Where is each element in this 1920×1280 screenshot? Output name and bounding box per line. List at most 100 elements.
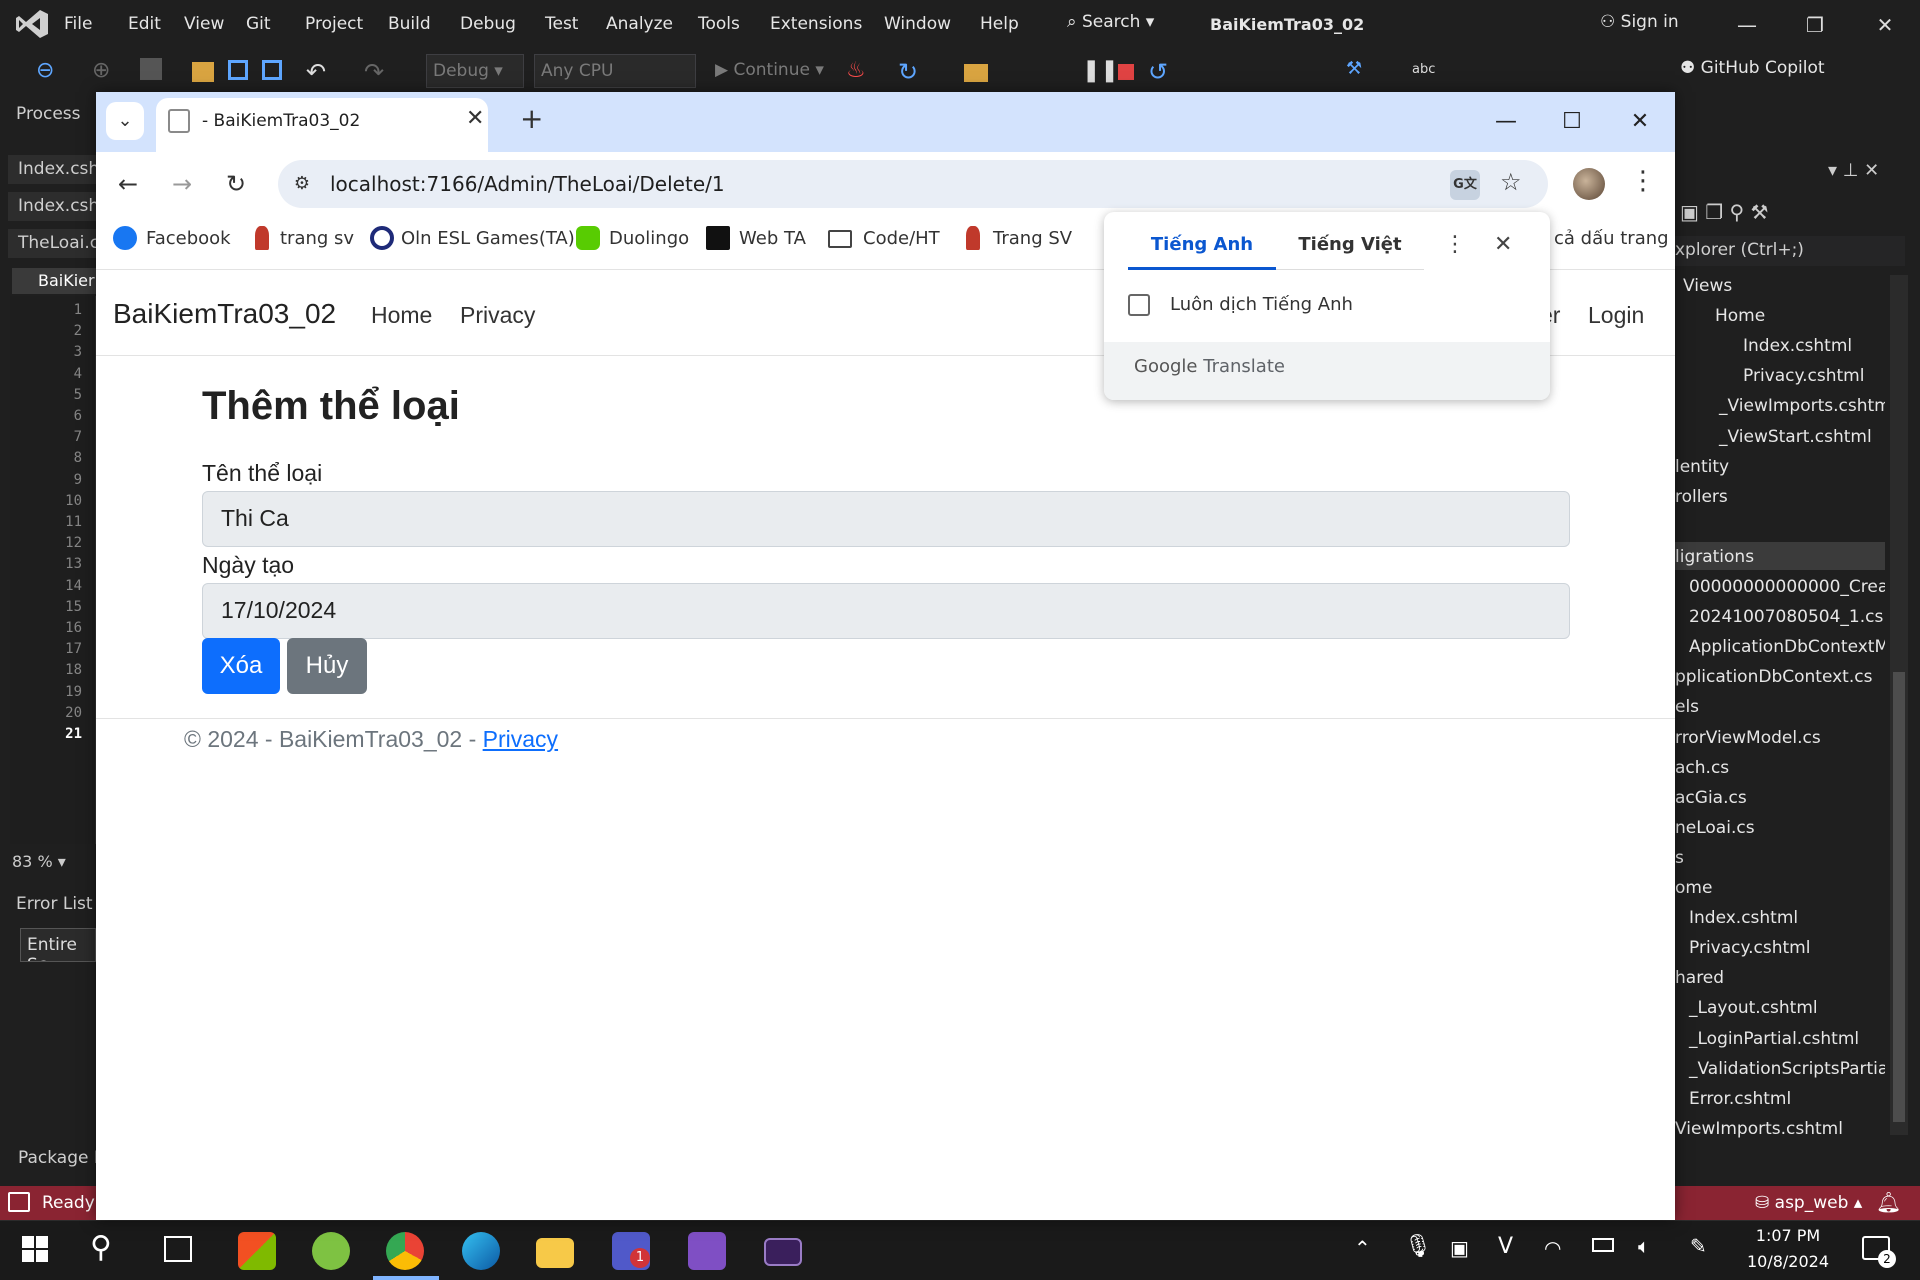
bookmark-star-icon[interactable]: ☆ bbox=[1500, 168, 1522, 196]
nav-home[interactable]: Home bbox=[371, 302, 432, 329]
error-scope-select[interactable]: Entire Sc bbox=[20, 928, 96, 962]
forward-arrow-icon[interactable]: → bbox=[164, 166, 200, 202]
doc-tab-index-2[interactable]: Index.csht bbox=[8, 192, 106, 222]
bookmark-code-ht[interactable]: Code/HT bbox=[863, 228, 940, 249]
bookmark-web-ta[interactable]: Web TA bbox=[739, 228, 806, 249]
explorer-item[interactable]: rrorViewModel.cs bbox=[1675, 728, 1885, 748]
explorer-item[interactable]: _ValidationScriptsPartial.c bbox=[1675, 1059, 1885, 1079]
taskbar-date[interactable]: 10/8/2024 bbox=[1742, 1252, 1834, 1271]
vs-menu-window[interactable]: Window bbox=[884, 14, 951, 34]
stop-icon[interactable] bbox=[1118, 64, 1134, 80]
pen-icon[interactable]: ✎ bbox=[1690, 1234, 1707, 1258]
battery-icon[interactable] bbox=[1592, 1238, 1614, 1252]
explorer-item[interactable]: els bbox=[1675, 697, 1885, 717]
url-text[interactable]: localhost:7166/Admin/TheLoai/Delete/1 bbox=[330, 172, 725, 196]
doc-tab-index-1[interactable]: Index.csht bbox=[8, 155, 106, 185]
cancel-button[interactable]: Hủy bbox=[287, 638, 367, 694]
solution-config-select[interactable]: Debug ▾ bbox=[426, 54, 524, 88]
vs-minimize-button[interactable]: — bbox=[1732, 10, 1762, 40]
translate-more-icon[interactable]: ⋮ bbox=[1444, 232, 1466, 257]
explorer-item[interactable]: Error.cshtml bbox=[1675, 1089, 1885, 1109]
explorer-item[interactable]: 00000000000000_Create bbox=[1675, 577, 1885, 597]
explorer-item[interactable]: _LoginPartial.cshtml bbox=[1675, 1029, 1885, 1049]
vs-menu-git[interactable]: Git bbox=[246, 14, 271, 34]
always-translate-label[interactable]: Luôn dịch Tiếng Anh bbox=[1170, 294, 1353, 315]
bookmark-trang-sv-2[interactable]: Trang SV bbox=[993, 228, 1072, 249]
chrome-maximize-button[interactable]: ☐ bbox=[1552, 104, 1592, 140]
created-date-field[interactable]: 17/10/2024 bbox=[202, 583, 1570, 639]
vs-menu-test[interactable]: Test bbox=[545, 14, 578, 34]
explorer-item[interactable]: neLoai.cs bbox=[1675, 818, 1885, 838]
back-circle-icon[interactable]: ⊖ bbox=[36, 58, 62, 84]
vs-sign-in-button[interactable]: ⚇ Sign in bbox=[1600, 12, 1679, 32]
back-arrow-icon[interactable]: ← bbox=[110, 166, 146, 202]
explorer-item[interactable]: acGia.cs bbox=[1675, 788, 1885, 808]
explorer-item[interactable]: _ViewStart.cshtml bbox=[1675, 427, 1885, 447]
site-brand[interactable]: BaiKiemTra03_02 bbox=[113, 298, 336, 330]
spell-check-icon[interactable]: abc bbox=[1412, 62, 1438, 88]
display-icon[interactable]: ▣ bbox=[1450, 1236, 1469, 1260]
vs-menu-tools[interactable]: Tools bbox=[698, 14, 740, 34]
chrome-menu-icon[interactable]: ⋮ bbox=[1630, 166, 1656, 196]
vs-search-button[interactable]: ⌕ Search ▾ bbox=[1067, 12, 1154, 32]
package-manager-tab[interactable]: Package M bbox=[18, 1148, 109, 1168]
explorer-item[interactable]: ome bbox=[1675, 878, 1885, 898]
bookmark-trang-sv[interactable]: trang sv bbox=[280, 228, 354, 249]
delete-button[interactable]: Xóa bbox=[202, 638, 280, 694]
undo-icon[interactable]: ↶ bbox=[306, 58, 332, 86]
taskbar-search-icon[interactable]: ⚲ bbox=[90, 1230, 112, 1265]
tab-search-chevron-icon[interactable]: ⌄ bbox=[106, 102, 144, 140]
explorer-item[interactable]: ach.cs bbox=[1675, 758, 1885, 778]
explorer-search-input[interactable]: xplorer (Ctrl+;) bbox=[1675, 236, 1905, 266]
translate-tab-english[interactable]: Tiếng Anh bbox=[1128, 234, 1276, 270]
vs-menu-extensions[interactable]: Extensions bbox=[770, 14, 862, 34]
vs-menu-edit[interactable]: Edit bbox=[128, 14, 161, 34]
microphone-icon[interactable]: 🎙︎ bbox=[1404, 1234, 1432, 1259]
explorer-item[interactable]: rollers bbox=[1675, 487, 1885, 507]
visual-studio-logo-icon[interactable] bbox=[14, 8, 50, 40]
category-name-field[interactable]: Thi Ca bbox=[202, 491, 1570, 547]
explorer-toolbar-icons[interactable]: ▣ ❐ ⚲ ⚒ bbox=[1680, 200, 1768, 224]
reload-icon[interactable]: ↻ bbox=[218, 166, 254, 202]
edge-icon[interactable] bbox=[462, 1232, 500, 1270]
editor-tab[interactable]: BaiKier bbox=[12, 268, 96, 294]
new-tab-plus-icon[interactable]: + bbox=[520, 102, 543, 135]
pin-icon[interactable]: ▾ ⊥ ✕ bbox=[1828, 160, 1879, 181]
tab-close-icon[interactable]: ✕ bbox=[466, 106, 484, 131]
explorer-item[interactable]: _ViewImports.cshtml bbox=[1675, 396, 1885, 416]
greenshot-icon[interactable] bbox=[312, 1232, 350, 1270]
task-view-icon[interactable] bbox=[164, 1236, 192, 1262]
vs-menu-file[interactable]: File bbox=[64, 14, 92, 34]
store-icon[interactable] bbox=[238, 1232, 276, 1270]
vs-close-button[interactable]: ✕ bbox=[1870, 10, 1900, 40]
explorer-item[interactable]: Privacy.cshtml bbox=[1675, 366, 1885, 386]
volume-icon[interactable]: 🔈︎ bbox=[1638, 1234, 1650, 1258]
visual-studio-taskbar-icon[interactable] bbox=[688, 1232, 726, 1270]
wifi-icon[interactable]: ◠ bbox=[1544, 1236, 1561, 1260]
github-copilot-button[interactable]: ⚉ GitHub Copilot bbox=[1680, 58, 1825, 78]
footer-privacy-link[interactable]: Privacy bbox=[483, 726, 558, 752]
chrome-close-button[interactable]: ✕ bbox=[1620, 104, 1660, 140]
vs-menu-view[interactable]: View bbox=[184, 14, 224, 34]
forward-circle-icon[interactable]: ⊕ bbox=[92, 58, 118, 84]
explorer-item[interactable]: ApplicationDbContextM bbox=[1675, 637, 1885, 657]
chrome-minimize-button[interactable]: — bbox=[1486, 104, 1526, 140]
explorer-item[interactable]: pplicationDbContext.cs bbox=[1675, 667, 1885, 687]
refresh-icon[interactable]: ↻ bbox=[898, 58, 924, 86]
vs-menu-project[interactable]: Project bbox=[305, 14, 363, 34]
notifications-icon[interactable]: 🔔︎ bbox=[1876, 1190, 1901, 1214]
explorer-item[interactable]: ligrations bbox=[1675, 547, 1885, 567]
vim-icon[interactable]: V bbox=[1498, 1234, 1513, 1259]
browse-icon[interactable] bbox=[964, 64, 988, 82]
explorer-item[interactable]: Index.cshtml bbox=[1675, 336, 1885, 356]
open-folder-icon[interactable] bbox=[192, 62, 214, 82]
nav-privacy[interactable]: Privacy bbox=[460, 302, 535, 329]
zoom-level[interactable]: 83 % ▾ bbox=[12, 852, 66, 871]
vs-restore-button[interactable]: ❐ bbox=[1800, 10, 1830, 40]
translate-close-icon[interactable]: ✕ bbox=[1494, 232, 1512, 257]
translate-icon[interactable]: G文 bbox=[1450, 170, 1480, 200]
explorer-item[interactable]: _Layout.cshtml bbox=[1675, 998, 1885, 1018]
restart-icon[interactable]: ↺ bbox=[1148, 58, 1174, 86]
explorer-item[interactable]: Index.cshtml bbox=[1675, 908, 1885, 928]
terminal-icon[interactable] bbox=[764, 1238, 802, 1266]
